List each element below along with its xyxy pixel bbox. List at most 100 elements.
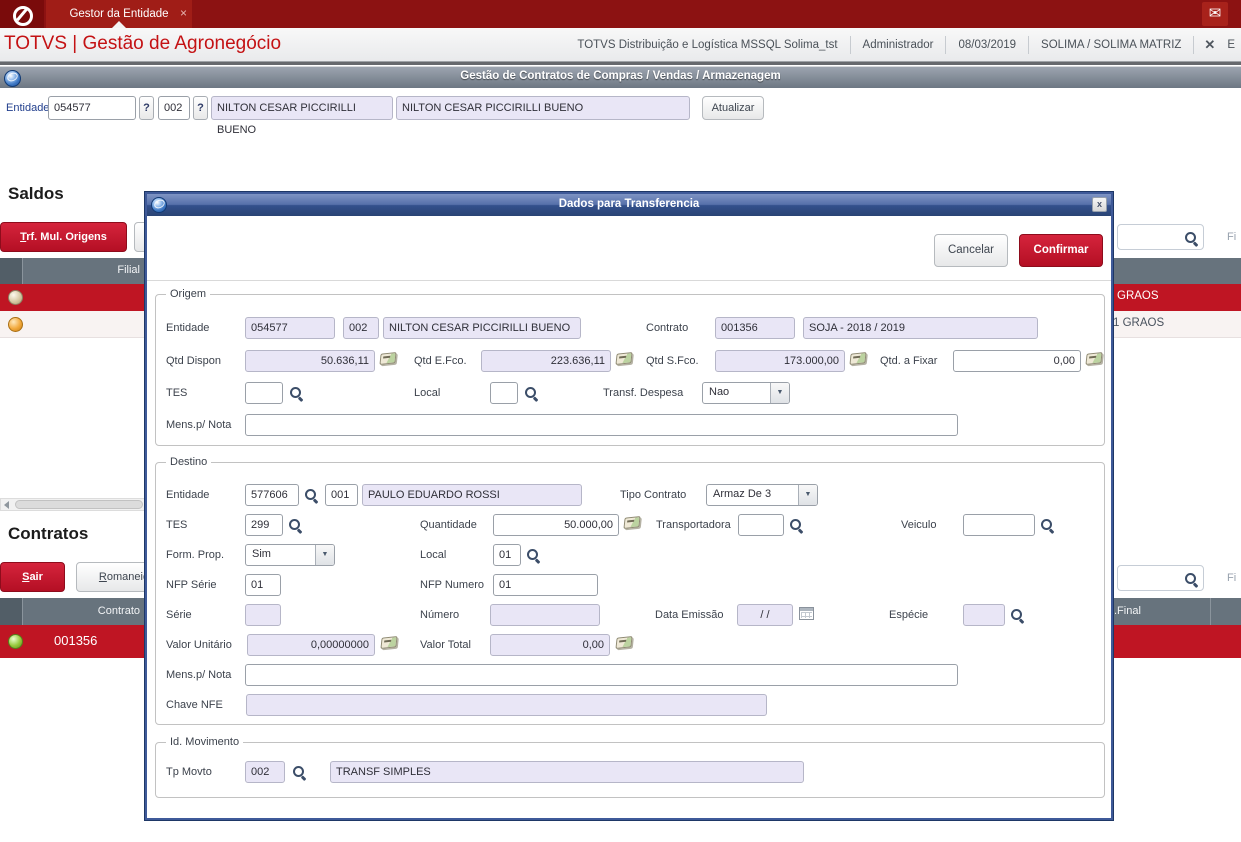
sair-button[interactable]: Sair — [0, 562, 65, 592]
screen: Gestor da Entidade [02.9.0067] × ✉ TOTVS… — [0, 0, 1241, 842]
saldos-grid-corner — [0, 258, 23, 284]
chave-nfe-field — [246, 694, 767, 716]
qtd-sfco-label: Qtd S.Fco. — [646, 355, 699, 367]
scroll-thumb[interactable] — [15, 500, 143, 509]
origem-fieldset: Origem Entidade 054577 002 NILTON CESAR … — [155, 288, 1105, 446]
transfer-dialog: Dados para Transferencia x Cancelar Conf… — [145, 192, 1113, 820]
trf-mul-origens-button[interactable]: Trf. Mul. Origens — [0, 222, 127, 252]
cancel-button[interactable]: Cancelar — [934, 234, 1008, 267]
tp-movto-desc-field: TRANSF SIMPLES — [330, 761, 804, 783]
search-icon[interactable] — [288, 518, 302, 532]
dropdown-arrow-icon: ▼ — [315, 545, 334, 565]
origem-mens-input[interactable] — [245, 414, 958, 436]
nfp-numero-input[interactable] — [493, 574, 598, 596]
dropdown-arrow-icon: ▼ — [770, 383, 789, 403]
refresh-button[interactable]: Atualizar — [702, 96, 764, 120]
saldos-hscrollbar[interactable] — [0, 498, 145, 511]
calculator-icon[interactable] — [1085, 352, 1103, 365]
valor-total-field: 0,00 — [490, 634, 610, 656]
search-icon[interactable] — [524, 386, 538, 400]
search-icon[interactable] — [1010, 608, 1024, 622]
entity-store-help-button[interactable]: ? — [193, 96, 208, 120]
saldos-search-box[interactable] — [1117, 224, 1204, 250]
form-prop-dropdown[interactable]: Sim ▼ — [245, 544, 335, 566]
destino-local-input[interactable] — [493, 544, 521, 566]
contratos-filter-hint: Fi — [1227, 572, 1237, 584]
calculator-icon[interactable] — [849, 352, 867, 365]
destino-mens-input[interactable] — [245, 664, 958, 686]
module-toolbar: Gestão de Contratos de Compras / Vendas … — [0, 66, 1241, 88]
search-icon[interactable] — [526, 548, 540, 562]
transf-despesa-label: Transf. Despesa — [603, 387, 684, 399]
search-icon[interactable] — [304, 488, 318, 502]
status-ball-icon — [8, 317, 23, 332]
serie-field — [245, 604, 281, 626]
confirm-button[interactable]: Confirmar — [1019, 234, 1103, 267]
veiculo-input[interactable] — [963, 514, 1035, 536]
search-icon[interactable] — [1184, 231, 1198, 245]
status-ball-icon — [8, 634, 23, 649]
top-tab-bar: Gestor da Entidade [02.9.0067] × ✉ — [0, 0, 1241, 48]
contratos-row-number: 001356 — [54, 633, 98, 648]
app-header: TOTVS | Gestão de Agronegócio TOTVS Dist… — [0, 28, 1241, 62]
app-title: TOTVS | Gestão de Agronegócio — [4, 33, 282, 54]
calculator-icon[interactable] — [380, 636, 398, 649]
qtd-fixar-input[interactable] — [953, 350, 1081, 372]
date-label: 08/03/2019 — [958, 38, 1017, 51]
user-label: Administrador — [862, 38, 934, 51]
mail-button[interactable]: ✉ — [1202, 2, 1228, 26]
destino-fieldset: Destino Entidade PAULO EDUARDO ROSSI Tip… — [155, 456, 1105, 725]
destino-tes-input[interactable] — [245, 514, 283, 536]
form-prop-value: Sim — [252, 548, 271, 560]
quantidade-label: Quantidade — [420, 519, 477, 531]
contratos-search-box[interactable] — [1117, 565, 1204, 591]
data-emissao-label: Data Emissão — [655, 609, 724, 621]
saldos-col-filial: Filial — [117, 264, 140, 276]
origem-local-label: Local — [414, 387, 441, 399]
calculator-icon[interactable] — [615, 636, 633, 649]
calculator-icon[interactable] — [615, 352, 633, 365]
calculator-icon[interactable] — [623, 516, 641, 529]
calculator-icon[interactable] — [379, 352, 397, 365]
search-icon[interactable] — [789, 518, 803, 532]
saldos-row1-product: GRAOS — [1117, 290, 1159, 302]
qtd-efco-label: Qtd E.Fco. — [414, 355, 467, 367]
tab-close-icon[interactable]: × — [180, 0, 187, 26]
header-right-group: TOTVS Distribuição e Logística MSSQL Sol… — [565, 28, 1237, 61]
origem-contrato-code: 001356 — [715, 317, 795, 339]
mail-icon: ✉ — [1208, 5, 1222, 22]
origem-entidade-store: 002 — [343, 317, 379, 339]
search-icon[interactable] — [292, 765, 306, 779]
scroll-left-icon[interactable] — [4, 501, 9, 509]
quantidade-input[interactable] — [493, 514, 619, 536]
origem-local-input[interactable] — [490, 382, 518, 404]
app-tab[interactable]: Gestor da Entidade [02.9.0067] × — [46, 0, 192, 48]
origem-tes-label: TES — [166, 387, 188, 399]
exit-label-partial[interactable]: E — [1225, 39, 1237, 51]
nfp-serie-input[interactable] — [245, 574, 281, 596]
destino-entidade-store-input[interactable] — [325, 484, 358, 506]
origem-tes-input[interactable] — [245, 382, 283, 404]
entity-code-input[interactable] — [48, 96, 136, 120]
search-icon[interactable] — [1040, 518, 1054, 532]
dialog-close-button[interactable]: x — [1092, 197, 1107, 212]
transportadora-input[interactable] — [738, 514, 784, 536]
destino-entidade-code-input[interactable] — [245, 484, 299, 506]
origem-contrato-label: Contrato — [646, 322, 689, 334]
calendar-icon[interactable] — [799, 607, 814, 620]
entity-code-help-button[interactable]: ? — [139, 96, 154, 120]
dialog-title-bar[interactable]: Dados para Transferencia x — [147, 194, 1111, 216]
dialog-separator — [147, 280, 1111, 281]
qtd-sfco-field: 173.000,00 — [715, 350, 845, 372]
entity-name-field-right: NILTON CESAR PICCIRILLI BUENO — [396, 96, 690, 120]
serie-label: Série — [166, 609, 192, 621]
transportadora-label: Transportadora — [656, 519, 731, 531]
search-icon[interactable] — [1184, 572, 1198, 586]
transf-despesa-dropdown[interactable]: Nao ▼ — [702, 382, 790, 404]
entity-store-input[interactable] — [158, 96, 190, 120]
tab-pointer-icon — [112, 21, 126, 28]
tipo-contrato-dropdown[interactable]: Armaz De 3 ▼ — [706, 484, 818, 506]
search-icon[interactable] — [289, 386, 303, 400]
workspace-close-icon[interactable]: ✕ — [1194, 37, 1225, 53]
totvs-logo-tile — [0, 0, 44, 28]
